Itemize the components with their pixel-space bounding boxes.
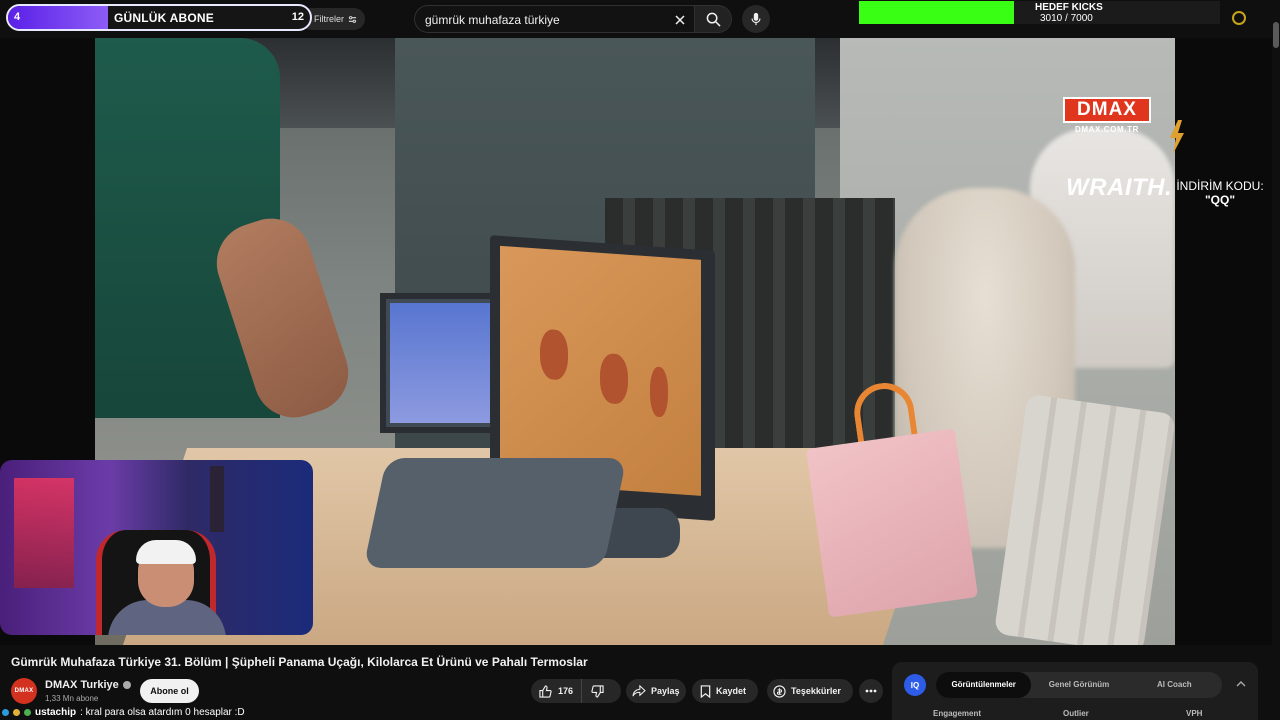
search-box (414, 5, 694, 33)
promo-code: "QQ" (1204, 193, 1236, 207)
analytics-tabs: Görüntülenmeler Genel Görünüm AI Coach (936, 672, 1222, 698)
dmax-logo: DMAX (1063, 97, 1151, 123)
subscriber-goal-target: 12 (291, 11, 304, 23)
headphones (136, 540, 196, 564)
kicks-goal-count: 3010 / 7000 (1040, 13, 1093, 24)
subscriber-goal-title: GÜNLÜK ABONE (114, 11, 214, 25)
video-player[interactable]: DMAX DMAX.COM.TR WRAITH. İNDİRİM KODU: "… (0, 38, 1280, 645)
search-button[interactable] (694, 5, 732, 33)
channel-name-link[interactable]: DMAX Turkiye (45, 679, 131, 691)
daily-subscriber-goal-bar: 4 GÜNLÜK ABONE 12 (6, 4, 312, 31)
kicks-goal-label: HEDEF KICKS (1035, 2, 1103, 13)
thumbs-down-icon (590, 684, 604, 698)
chat-text: : kral para olsa atardım 0 hesaplar :D (80, 706, 245, 718)
verified-icon (122, 681, 131, 689)
dislike-button[interactable] (582, 679, 612, 703)
subscriber-goal-current: 4 (14, 11, 21, 23)
metric-engagement: Engagement (933, 709, 982, 718)
kicks-goal-progress (859, 1, 1015, 24)
metric-outlier: Outlier (1063, 709, 1089, 718)
share-button[interactable]: Paylaş (626, 679, 686, 703)
thanks-label: Teşekkürler (791, 686, 841, 696)
promo-label: İNDİRİM KODU: (1176, 179, 1264, 193)
search-input[interactable] (425, 11, 665, 29)
subscriber-count: 1,33 Mn abone (45, 694, 99, 703)
control-console (363, 458, 627, 568)
channel-name: DMAX Turkiye (45, 679, 119, 691)
share-icon (632, 685, 646, 697)
video-title: Gümrük Muhafaza Türkiye 31. Bölüm | Şüph… (11, 655, 588, 669)
sliders-icon (348, 15, 357, 23)
tab-ai-coach[interactable]: AI Coach (1127, 672, 1222, 698)
channel-avatar[interactable]: DMAX (11, 678, 37, 704)
more-horizontal-icon (865, 689, 877, 693)
filters-label: Filtreler (314, 14, 345, 24)
sponsor-logo: WRAITH. (1066, 174, 1173, 201)
analytics-panel: IQ Görüntülenmeler Genel Görünüm AI Coac… (892, 662, 1258, 720)
voice-search-button[interactable] (742, 5, 770, 33)
share-label: Paylaş (651, 686, 680, 696)
lightning-icon (1170, 120, 1184, 154)
microphone-icon (751, 12, 761, 26)
clear-search-icon[interactable] (670, 10, 690, 30)
search-icon (706, 12, 721, 27)
more-actions-button[interactable] (859, 679, 883, 703)
tab-views[interactable]: Görüntülenmeler (936, 672, 1032, 698)
chat-badge-icon (2, 708, 9, 716)
thanks-button[interactable]: Teşekkürler (767, 679, 853, 703)
tab-overview[interactable]: Genel Görünüm (1031, 672, 1126, 698)
pink-bag (805, 428, 979, 618)
page-scrollbar[interactable] (1272, 0, 1280, 720)
chat-badge-icon (24, 708, 31, 716)
bookmark-icon (700, 684, 711, 698)
iq-logo: IQ (904, 674, 926, 696)
dmax-url: DMAX.COM.TR (1075, 125, 1139, 134)
subscriber-goal-progress (8, 6, 108, 29)
chevron-up-icon[interactable] (1234, 677, 1248, 691)
kicks-goal-bar: HEDEF KICKS 3010 / 7000 (859, 1, 1220, 24)
streamer-webcam (0, 460, 313, 635)
chat-username[interactable]: ustachip (35, 707, 76, 718)
like-count: 176 (558, 686, 574, 696)
promo-text: İNDİRİM KODU: "QQ" (1172, 179, 1268, 207)
chat-message: ustachip : kral para olsa atardım 0 hesa… (0, 704, 880, 720)
top-bar: Filtreler 4 GÜNLÜK ABONE 12 HEDEF KICKS … (0, 0, 1280, 38)
monitor (380, 293, 505, 433)
account-avatar[interactable] (1232, 11, 1246, 25)
subscribe-button[interactable]: Abone ol (140, 679, 199, 703)
like-button[interactable]: 176 (531, 679, 583, 703)
save-label: Kaydet (716, 686, 747, 696)
chat-badge-icon (13, 708, 20, 716)
save-button[interactable]: Kaydet (692, 679, 758, 703)
thumbs-up-icon (539, 684, 552, 698)
super-thanks-icon (773, 684, 786, 698)
metric-vph: VPH (1186, 709, 1203, 718)
like-dislike-group: 176 (531, 679, 621, 703)
